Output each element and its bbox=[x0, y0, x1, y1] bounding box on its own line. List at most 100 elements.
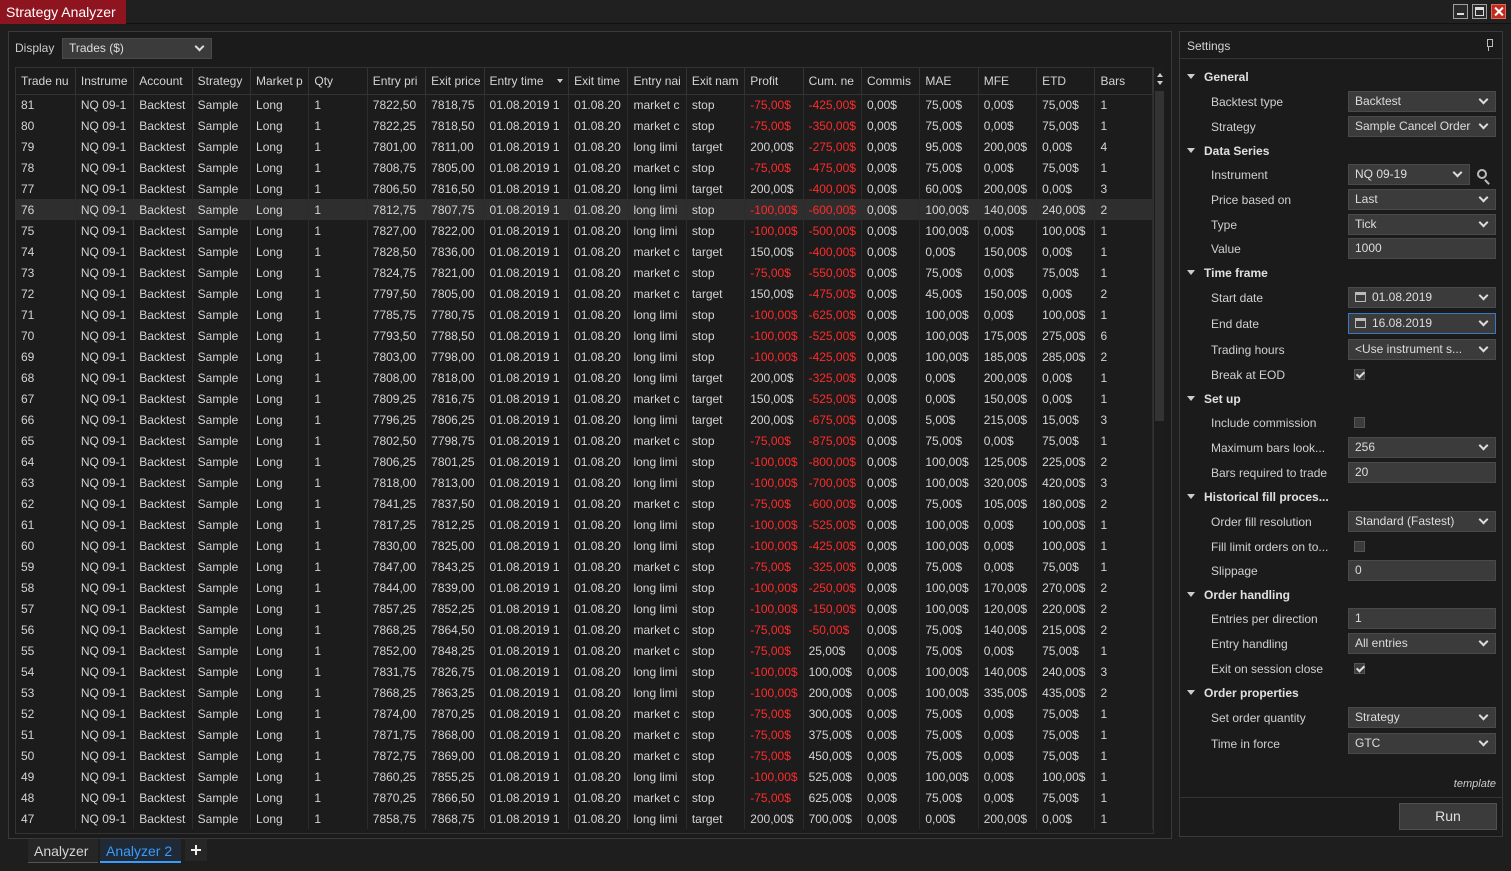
column-header[interactable]: MAE bbox=[919, 68, 979, 95]
table-row[interactable]: 63 NQ 09-1 Backtest Sample Long 1 7818,00 7813,… bbox=[16, 472, 1153, 493]
table-row[interactable]: 47 NQ 09-1 Backtest Sample Long 1 7858,75 7868,… bbox=[16, 808, 1153, 829]
table-row[interactable]: 49 NQ 09-1 Backtest Sample Long 1 7860,25 7855,… bbox=[16, 766, 1153, 787]
table-row[interactable]: 66 NQ 09-1 Backtest Sample Long 1 7796,25 7806,… bbox=[16, 409, 1153, 430]
value-input[interactable]: 1000 bbox=[1348, 238, 1496, 259]
table-row[interactable]: 79 NQ 09-1 Backtest Sample Long 1 7801,00 7811,… bbox=[16, 136, 1153, 157]
close-icon[interactable] bbox=[1491, 4, 1506, 19]
column-header[interactable]: Market p bbox=[250, 68, 310, 95]
table-row[interactable]: 64 NQ 09-1 Backtest Sample Long 1 7806,25 7801,… bbox=[16, 451, 1153, 472]
column-header[interactable]: Strategy bbox=[192, 68, 252, 95]
column-header[interactable]: Entry time bbox=[484, 68, 570, 95]
column-header[interactable]: MFE bbox=[978, 68, 1038, 95]
tab-analyzer-2[interactable]: Analyzer 2 bbox=[100, 839, 181, 863]
column-header[interactable]: ETD bbox=[1036, 68, 1096, 95]
include-commission-checkbox[interactable] bbox=[1354, 417, 1365, 428]
table-row[interactable]: 50 NQ 09-1 Backtest Sample Long 1 7872,75 7869,… bbox=[16, 745, 1153, 766]
bars-required-input[interactable]: 20 bbox=[1348, 462, 1496, 483]
column-header[interactable]: Profit bbox=[744, 68, 804, 95]
order-fill-resolution-select[interactable]: Standard (Fastest) bbox=[1348, 511, 1496, 532]
column-header-label: Qty bbox=[314, 73, 334, 88]
max-bars-lookback-select[interactable]: 256 bbox=[1348, 437, 1496, 458]
table-row[interactable]: 48 NQ 09-1 Backtest Sample Long 1 7870,25 7866,… bbox=[16, 787, 1153, 808]
column-header[interactable]: Cum. ne bbox=[803, 68, 862, 95]
end-date-picker[interactable]: 16.08.2019 bbox=[1348, 313, 1496, 334]
table-row[interactable]: 76 NQ 09-1 Backtest Sample Long 1 7812,75 7807,… bbox=[16, 199, 1153, 220]
tab-analyzer[interactable]: Analyzer bbox=[28, 839, 98, 863]
column-header[interactable]: Account bbox=[133, 68, 193, 95]
maximize-icon[interactable] bbox=[1472, 4, 1487, 19]
pin-icon[interactable] bbox=[1486, 39, 1493, 51]
trading-hours-select[interactable]: <Use instrument s... bbox=[1348, 339, 1496, 360]
display-select[interactable]: Trades ($) bbox=[62, 38, 212, 59]
run-button[interactable]: Run bbox=[1399, 803, 1497, 830]
table-row[interactable]: 57 NQ 09-1 Backtest Sample Long 1 7857,25 7852,… bbox=[16, 598, 1153, 619]
search-icon[interactable] bbox=[1477, 169, 1487, 179]
table-row[interactable]: 69 NQ 09-1 Backtest Sample Long 1 7803,00 7798,… bbox=[16, 346, 1153, 367]
category-general[interactable]: General bbox=[1187, 70, 1249, 84]
entry-handling-select[interactable]: All entries bbox=[1348, 633, 1496, 654]
column-header[interactable]: Instrume bbox=[75, 68, 135, 95]
table-cell: Long bbox=[250, 115, 310, 136]
table-row[interactable]: 59 NQ 09-1 Backtest Sample Long 1 7847,00 7843,… bbox=[16, 556, 1153, 577]
category-historical-fill[interactable]: Historical fill proces... bbox=[1187, 490, 1329, 504]
table-row[interactable]: 56 NQ 09-1 Backtest Sample Long 1 7868,25 7864,… bbox=[16, 619, 1153, 640]
category-data-series[interactable]: Data Series bbox=[1187, 144, 1269, 158]
table-row[interactable]: 67 NQ 09-1 Backtest Sample Long 1 7809,25 7816,… bbox=[16, 388, 1153, 409]
strategy-select[interactable]: Sample Cancel Order bbox=[1348, 116, 1496, 137]
category-order-properties[interactable]: Order properties bbox=[1187, 686, 1299, 700]
template-link[interactable]: template bbox=[1454, 778, 1496, 790]
exit-on-session-close-checkbox[interactable] bbox=[1354, 663, 1365, 674]
table-row[interactable]: 72 NQ 09-1 Backtest Sample Long 1 7797,50 7805,… bbox=[16, 283, 1153, 304]
table-row[interactable]: 52 NQ 09-1 Backtest Sample Long 1 7874,00 7870,… bbox=[16, 703, 1153, 724]
table-row[interactable]: 58 NQ 09-1 Backtest Sample Long 1 7844,00 7839,… bbox=[16, 577, 1153, 598]
column-header[interactable]: Exit time bbox=[568, 68, 629, 95]
instrument-select[interactable]: NQ 09-19 bbox=[1348, 164, 1470, 185]
column-header[interactable]: Bars bbox=[1094, 68, 1153, 95]
column-header[interactable]: Entry nai bbox=[627, 68, 687, 95]
minimize-icon[interactable] bbox=[1453, 4, 1468, 19]
column-header[interactable]: Qty bbox=[308, 68, 368, 95]
fill-limit-orders-checkbox[interactable] bbox=[1354, 541, 1365, 552]
column-header[interactable]: Entry pri bbox=[367, 68, 427, 95]
table-row[interactable]: 77 NQ 09-1 Backtest Sample Long 1 7806,50 7816,… bbox=[16, 178, 1153, 199]
table-row[interactable]: 60 NQ 09-1 Backtest Sample Long 1 7830,00 7825,… bbox=[16, 535, 1153, 556]
grid-scrollbar[interactable] bbox=[1153, 67, 1165, 834]
table-row[interactable]: 62 NQ 09-1 Backtest Sample Long 1 7841,25 7837,… bbox=[16, 493, 1153, 514]
table-row[interactable]: 73 NQ 09-1 Backtest Sample Long 1 7824,75 7821,… bbox=[16, 262, 1153, 283]
table-row[interactable]: 54 NQ 09-1 Backtest Sample Long 1 7831,75 7826,… bbox=[16, 661, 1153, 682]
entries-per-direction-input[interactable]: 1 bbox=[1348, 608, 1496, 629]
scrollbar-thumb[interactable] bbox=[1155, 91, 1164, 421]
scroll-down-icon[interactable] bbox=[1157, 81, 1163, 85]
table-row[interactable]: 80 NQ 09-1 Backtest Sample Long 1 7822,25 7818,… bbox=[16, 115, 1153, 136]
start-date-picker[interactable]: 01.08.2019 bbox=[1348, 287, 1496, 308]
category-order-handling[interactable]: Order handling bbox=[1187, 588, 1290, 602]
table-cell: 01.08.2019 1 bbox=[484, 241, 570, 262]
time-in-force-select[interactable]: GTC bbox=[1348, 733, 1496, 754]
table-row[interactable]: 51 NQ 09-1 Backtest Sample Long 1 7871,75 7868,… bbox=[16, 724, 1153, 745]
table-row[interactable]: 65 NQ 09-1 Backtest Sample Long 1 7802,50 7798,… bbox=[16, 430, 1153, 451]
table-row[interactable]: 74 NQ 09-1 Backtest Sample Long 1 7828,50 7836,… bbox=[16, 241, 1153, 262]
table-row[interactable]: 81 NQ 09-1 Backtest Sample Long 1 7822,50 7818,… bbox=[16, 94, 1153, 115]
backtest-type-select[interactable]: Backtest bbox=[1348, 91, 1496, 112]
table-row[interactable]: 55 NQ 09-1 Backtest Sample Long 1 7852,00 7848,… bbox=[16, 640, 1153, 661]
table-row[interactable]: 53 NQ 09-1 Backtest Sample Long 1 7868,25 7863,… bbox=[16, 682, 1153, 703]
column-header[interactable]: Exit price bbox=[425, 68, 485, 95]
table-row[interactable]: 61 NQ 09-1 Backtest Sample Long 1 7817,25 7812,… bbox=[16, 514, 1153, 535]
category-setup[interactable]: Set up bbox=[1187, 392, 1241, 406]
table-row[interactable]: 71 NQ 09-1 Backtest Sample Long 1 7785,75 7780,… bbox=[16, 304, 1153, 325]
type-select[interactable]: Tick bbox=[1348, 214, 1496, 235]
category-time-frame[interactable]: Time frame bbox=[1187, 266, 1268, 280]
table-row[interactable]: 68 NQ 09-1 Backtest Sample Long 1 7808,00 7818,… bbox=[16, 367, 1153, 388]
add-tab-icon[interactable] bbox=[185, 839, 207, 861]
scroll-up-icon[interactable] bbox=[1157, 73, 1163, 77]
table-row[interactable]: 75 NQ 09-1 Backtest Sample Long 1 7827,00 7822,… bbox=[16, 220, 1153, 241]
table-row[interactable]: 78 NQ 09-1 Backtest Sample Long 1 7808,75 7805,… bbox=[16, 157, 1153, 178]
column-header[interactable]: Commis bbox=[861, 68, 921, 95]
column-header[interactable]: Exit nam bbox=[686, 68, 746, 95]
price-based-on-select[interactable]: Last bbox=[1348, 189, 1496, 210]
table-row[interactable]: 70 NQ 09-1 Backtest Sample Long 1 7793,50 7788,… bbox=[16, 325, 1153, 346]
column-header[interactable]: Trade nu bbox=[16, 68, 76, 95]
break-at-eod-checkbox[interactable] bbox=[1354, 369, 1365, 380]
slippage-input[interactable]: 0 bbox=[1348, 560, 1496, 581]
set-order-quantity-select[interactable]: Strategy bbox=[1348, 707, 1496, 728]
